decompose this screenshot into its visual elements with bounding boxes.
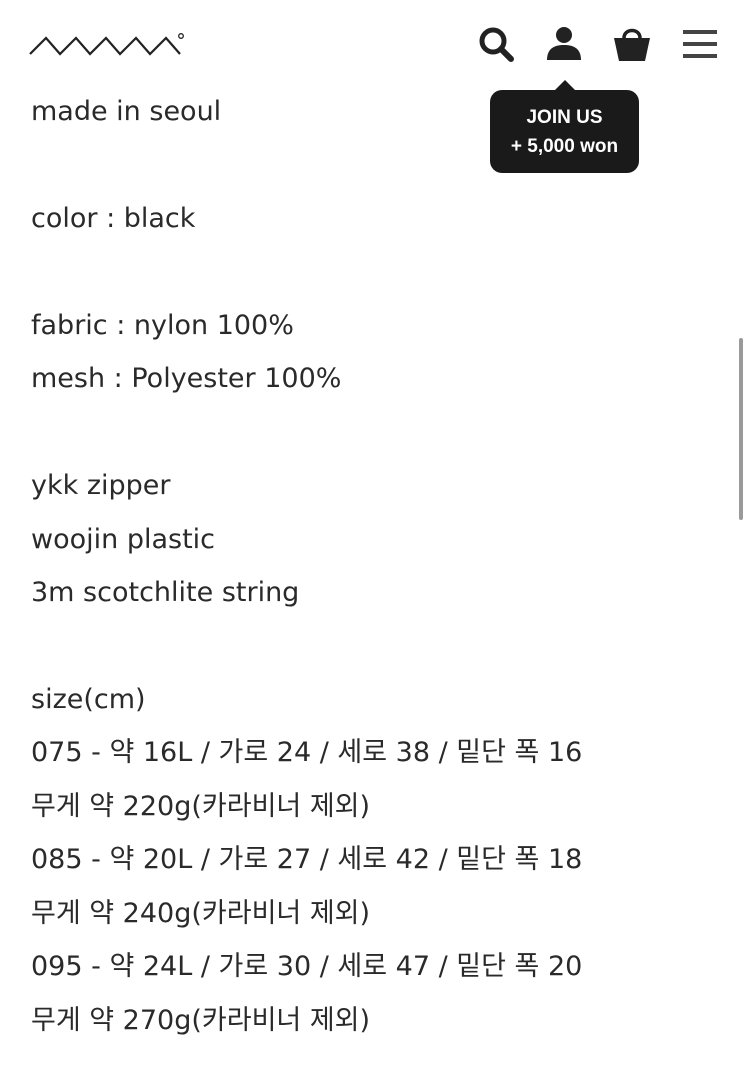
tooltip-line-2: + 5,000 won: [510, 135, 619, 157]
size-085-dims: 085 - 약 20L / 가로 27 / 세로 42 / 밑단 폭 18: [31, 844, 583, 875]
size-095-dims: 095 - 약 24L / 가로 30 / 세로 47 / 밑단 폭 20: [31, 951, 583, 982]
scrollbar[interactable]: [739, 338, 743, 520]
size-085-weight: 무게 약 240g(카라비너 제외): [31, 898, 371, 929]
cart-button[interactable]: [610, 22, 654, 66]
user-icon: [547, 27, 581, 60]
fabric-text: fabric : nylon 100%: [31, 310, 294, 341]
logo[interactable]: [28, 28, 186, 60]
shopping-bag-icon: [614, 28, 650, 61]
menu-button[interactable]: [678, 22, 722, 66]
search-button[interactable]: [474, 22, 518, 66]
origin-text: made in seoul: [31, 96, 222, 127]
search-icon: [479, 27, 514, 62]
size-075-dims: 075 - 약 16L / 가로 24 / 세로 38 / 밑단 폭 16: [31, 737, 583, 768]
site-header: [0, 0, 750, 80]
size-heading: size(cm): [31, 684, 146, 715]
zipper-text: ykk zipper: [31, 470, 171, 501]
tooltip-line-1: JOIN US: [526, 106, 603, 128]
size-075-weight: 무게 약 220g(카라비너 제외): [31, 791, 371, 822]
zigzag-mountain-logo-icon: [29, 33, 184, 56]
plastic-text: woojin plastic: [31, 524, 216, 555]
hamburger-menu-icon: [683, 30, 717, 58]
color-text: color : black: [31, 203, 196, 234]
string-text: 3m scotchlite string: [31, 577, 300, 608]
size-095-weight: 무게 약 270g(카라비너 제외): [31, 1005, 371, 1036]
mesh-text: mesh : Polyester 100%: [31, 363, 342, 394]
join-us-tooltip[interactable]: JOIN US + 5,000 won: [490, 80, 639, 173]
account-button[interactable]: [542, 22, 586, 66]
